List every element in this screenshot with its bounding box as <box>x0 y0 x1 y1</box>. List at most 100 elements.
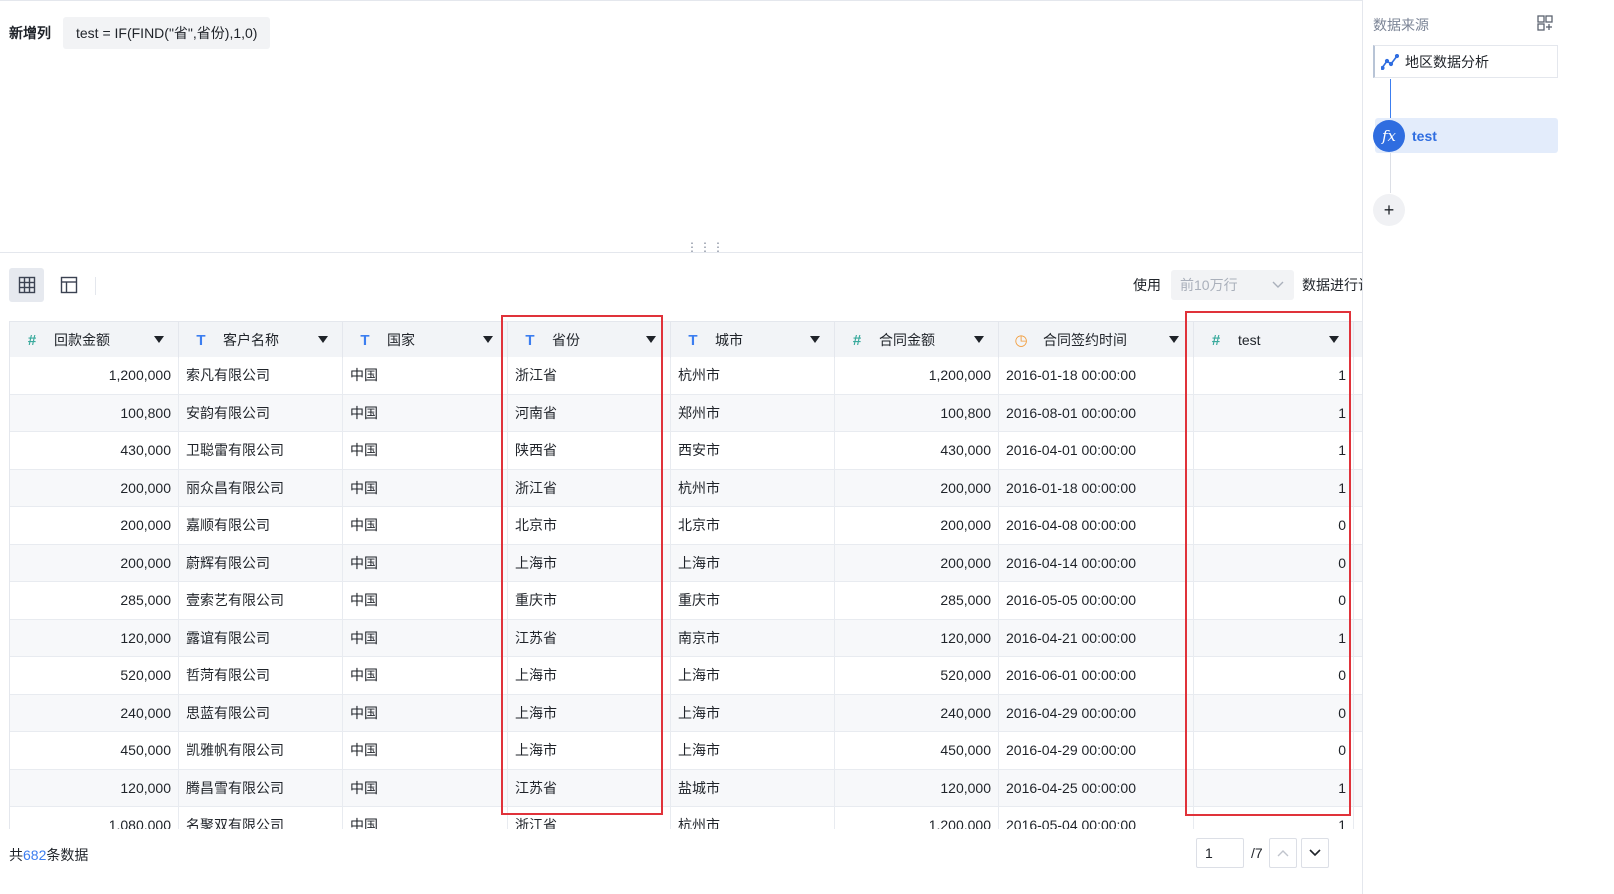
table-cell: 浙江省 <box>508 807 671 829</box>
layout-icon <box>60 276 77 294</box>
table-row[interactable]: 100,800 安韵有限公司 中国 河南省 郑州市 100,800 2016-08-01 0… <box>10 394 1389 432</box>
table-row[interactable]: 430,000 卫聪雷有限公司 中国 陕西省 西安市 430,000 2016-04-01 … <box>10 432 1389 470</box>
table-row[interactable]: 120,000 露谊有限公司 中国 江苏省 南京市 120,000 2016-04-21 0… <box>10 619 1389 657</box>
text-type-icon: T <box>360 331 370 349</box>
flow-connector <box>1390 79 1391 119</box>
table-row[interactable]: 200,000 丽众昌有限公司 中国 浙江省 杭州市 200,000 2016-01-18 … <box>10 469 1389 507</box>
text-type-icon: T <box>688 331 698 349</box>
prev-page-button[interactable] <box>1268 838 1297 868</box>
column-header[interactable]: # test <box>1194 322 1354 358</box>
column-header[interactable]: T 省份 <box>508 322 671 358</box>
table-cell: 中国 <box>343 732 508 769</box>
table-row[interactable]: 450,000 凯雅帆有限公司 中国 上海市 上海市 450,000 2016-04-29 … <box>10 732 1389 770</box>
next-page-button[interactable] <box>1300 838 1329 868</box>
table-cell: 中国 <box>343 769 508 806</box>
table-row[interactable]: 200,000 嘉顺有限公司 中国 北京市 北京市 200,000 2016-04-08 0… <box>10 507 1389 545</box>
table-cell: 240,000 <box>10 694 179 731</box>
rows-select[interactable]: 前10万行 <box>1171 270 1294 300</box>
formula-expression[interactable]: test = IF(FIND("省",省份),1,0) <box>63 17 271 49</box>
table-cell: 中国 <box>343 469 508 506</box>
table-row[interactable]: 520,000 哲菏有限公司 中国 上海市 上海市 520,000 2016-06-01 0… <box>10 657 1389 695</box>
table-cell: 0 <box>1194 732 1354 769</box>
table-cell: 上海市 <box>508 694 671 731</box>
table-row[interactable]: 285,000 壹索艺有限公司 中国 重庆市 重庆市 285,000 2016-05-05 … <box>10 582 1389 620</box>
column-header[interactable]: # 合同金额 <box>835 322 999 358</box>
table-cell: 上海市 <box>671 732 835 769</box>
collapse-panel-icon[interactable] <box>1537 15 1553 31</box>
table-cell: 中国 <box>343 582 508 619</box>
column-header-label: test <box>1238 332 1261 348</box>
caret-down-icon[interactable] <box>1329 336 1339 343</box>
table-cell: 上海市 <box>508 544 671 581</box>
add-step-button[interactable]: + <box>1373 194 1405 226</box>
page-number-input[interactable] <box>1196 838 1244 868</box>
table-row[interactable]: 200,000 蔚辉有限公司 中国 上海市 上海市 200,000 2016-04-14 0… <box>10 544 1389 582</box>
table-header: # 回款金额 T 客户名称 T 国家 T 省份 T 城市 # 合同金额 ◷ 合同签约时间 # test <box>10 321 1389 358</box>
table-cell: 0 <box>1194 657 1354 694</box>
caret-down-icon[interactable] <box>1169 336 1179 343</box>
column-header[interactable]: ◷ 合同签约时间 <box>999 322 1194 358</box>
table-cell: 1 <box>1194 432 1354 469</box>
column-header[interactable]: T 国家 <box>343 322 508 358</box>
column-header[interactable]: T 城市 <box>671 322 835 358</box>
data-source-item[interactable]: 地区数据分析 <box>1373 45 1558 78</box>
table-cell: 120,000 <box>10 769 179 806</box>
formula-step-label: test <box>1412 128 1437 144</box>
table-cell: 2016-04-14 00:00:00 <box>999 544 1194 581</box>
table-cell: 120,000 <box>10 619 179 656</box>
table-cell: 江苏省 <box>508 619 671 656</box>
caret-down-icon[interactable] <box>646 336 656 343</box>
record-count: 共682条数据 <box>9 845 88 865</box>
table-cell: 120,000 <box>835 769 999 806</box>
table-cell: 2016-05-04 00:00:00 <box>999 807 1194 829</box>
caret-down-icon[interactable] <box>810 336 820 343</box>
top-divider <box>0 0 1404 1</box>
table-cell: 2016-01-18 00:00:00 <box>999 469 1194 506</box>
table-cell: 陕西省 <box>508 432 671 469</box>
table-row[interactable]: 120,000 腾昌雪有限公司 中国 江苏省 盐城市 120,000 2016-04-25 … <box>10 769 1389 807</box>
line-chart-icon <box>1381 53 1399 70</box>
table-row[interactable]: 1,200,000 索凡有限公司 中国 浙江省 杭州市 1,200,000 2016-01-… <box>10 357 1389 395</box>
grid-icon <box>18 276 35 294</box>
column-header[interactable]: # 回款金额 <box>10 322 179 358</box>
column-header-label: 城市 <box>715 332 743 348</box>
table-cell: 1 <box>1194 469 1354 506</box>
caret-down-icon[interactable] <box>154 336 164 343</box>
table-cell: 520,000 <box>835 657 999 694</box>
layout-view-button[interactable] <box>51 268 86 302</box>
rows-select-value: 前10万行 <box>1180 277 1238 293</box>
table-cell: 北京市 <box>671 507 835 544</box>
drag-handle-icon[interactable]: ⋮⋮⋮ <box>686 241 724 253</box>
table-cell: 上海市 <box>508 657 671 694</box>
table-cell: 哲菏有限公司 <box>179 657 343 694</box>
column-header[interactable]: T 客户名称 <box>179 322 343 358</box>
table-cell: 450,000 <box>10 732 179 769</box>
table-cell: 蔚辉有限公司 <box>179 544 343 581</box>
hash-icon: # <box>1211 331 1221 349</box>
caret-down-icon[interactable] <box>974 336 984 343</box>
table-row[interactable]: 1,080,000 名聚双有限公司 中国 浙江省 杭州市 1,200,000 2016-05… <box>10 807 1389 829</box>
use-label: 使用 <box>1133 277 1161 293</box>
table-cell: 1 <box>1194 357 1354 394</box>
column-header-label: 省份 <box>552 332 580 348</box>
caret-down-icon[interactable] <box>318 336 328 343</box>
table-cell: 285,000 <box>10 582 179 619</box>
table-cell: 思蓝有限公司 <box>179 694 343 731</box>
caret-down-icon[interactable] <box>483 336 493 343</box>
table-view-button[interactable] <box>9 268 44 302</box>
table-cell: 江苏省 <box>508 769 671 806</box>
table-cell: 中国 <box>343 357 508 394</box>
table-cell: 2016-08-01 00:00:00 <box>999 394 1194 431</box>
table-row[interactable]: 240,000 思蓝有限公司 中国 上海市 上海市 240,000 2016-04-29 0… <box>10 694 1389 732</box>
side-panel-title: 数据来源 <box>1373 17 1429 33</box>
table-cell: 西安市 <box>671 432 835 469</box>
table-cell: 430,000 <box>835 432 999 469</box>
calc-rows-control: 使用 前10万行 数据进行计算 <box>1133 270 1386 300</box>
column-header-label: 合同金额 <box>879 332 935 348</box>
table-cell: 索凡有限公司 <box>179 357 343 394</box>
table-cell: 卫聪雷有限公司 <box>179 432 343 469</box>
page-total: /7 <box>1251 845 1263 861</box>
table-cell: 河南省 <box>508 394 671 431</box>
table-cell: 200,000 <box>835 544 999 581</box>
chevron-down-icon <box>1272 281 1284 288</box>
